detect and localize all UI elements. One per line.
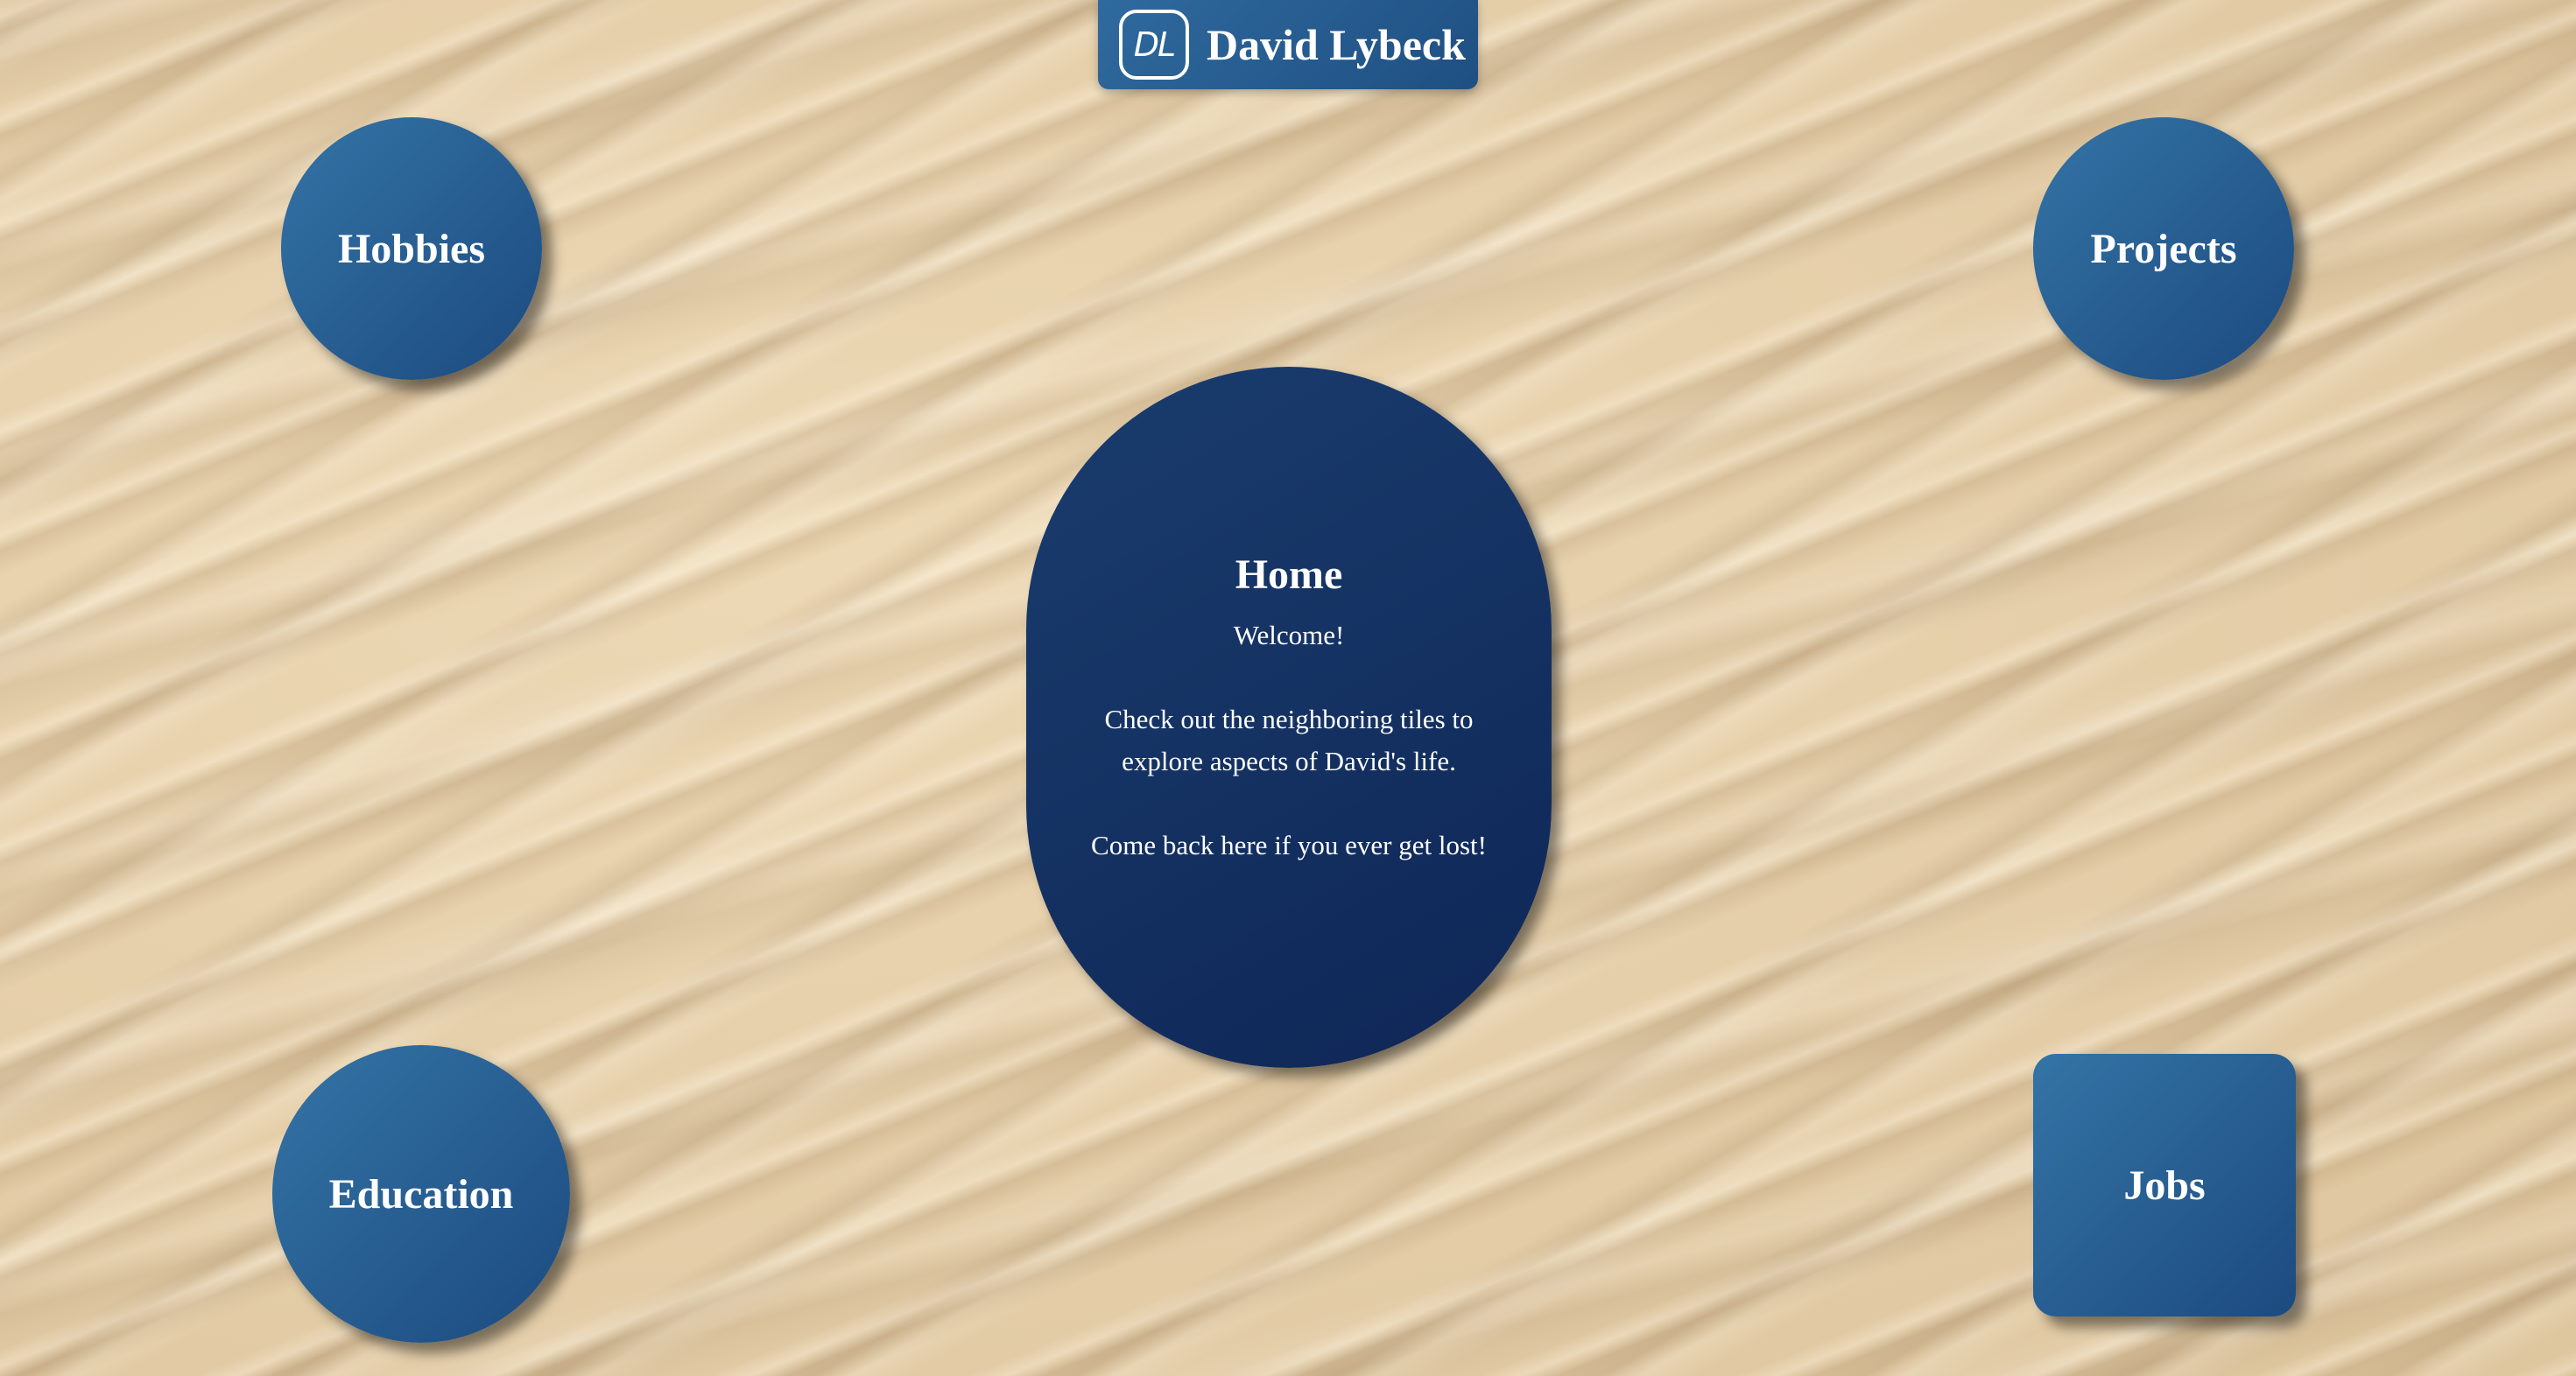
tile-projects-label: Projects — [2090, 225, 2237, 272]
home-line-3: Come back here if you ever get lost! — [1091, 830, 1487, 860]
site-title[interactable]: David Lybeck — [1207, 19, 1466, 70]
tile-education-label: Education — [328, 1170, 514, 1218]
home-welcome: Welcome! — [1233, 620, 1345, 650]
tile-home[interactable]: Home Welcome! Check out the neighboring … — [1026, 367, 1552, 1068]
tile-jobs-label: Jobs — [2123, 1162, 2206, 1209]
home-title: Home — [1235, 551, 1343, 598]
home-line-1: Check out the neighboring tiles to — [1104, 704, 1474, 734]
tile-projects[interactable]: Projects — [2033, 117, 2294, 380]
tile-education[interactable]: Education — [272, 1045, 570, 1343]
home-text: Welcome! Check out the neighboring tiles… — [1026, 614, 1552, 867]
tile-hobbies[interactable]: Hobbies — [281, 117, 542, 380]
tile-hobbies-label: Hobbies — [337, 225, 486, 272]
site-header: DL David Lybeck — [1098, 0, 1478, 89]
home-line-2: explore aspects of David's life. — [1122, 746, 1456, 776]
tile-jobs[interactable]: Jobs — [2033, 1054, 2296, 1316]
dl-logo-icon[interactable]: DL — [1119, 10, 1189, 80]
